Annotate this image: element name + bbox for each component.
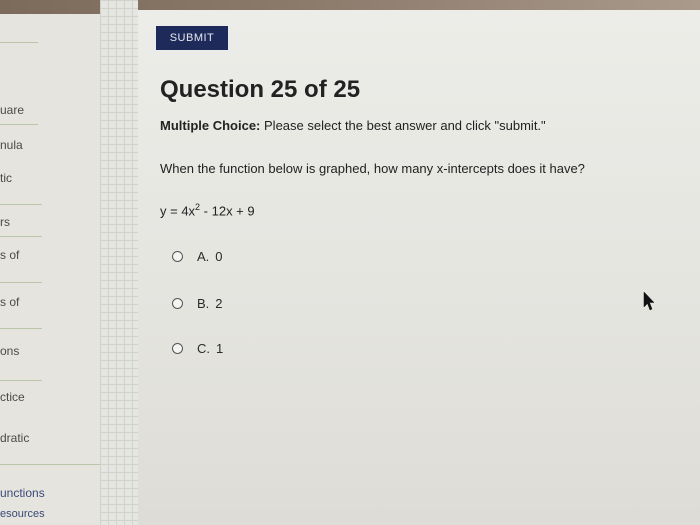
- equation: y = 4x2 - 12x + 9: [160, 202, 255, 218]
- choice-value: 1: [216, 340, 224, 356]
- question-panel: SUBMIT Question 25 of 25 Multiple Choice…: [138, 10, 700, 525]
- sidebar-divider: [0, 328, 42, 329]
- choice-c[interactable]: C. 1: [172, 338, 223, 358]
- equation-rest: - 12x + 9: [200, 203, 255, 219]
- sidebar-item-factors[interactable]: rs: [0, 215, 10, 229]
- sidebar-item-sums-of-2[interactable]: s of: [0, 295, 19, 309]
- sidebar-divider: [0, 124, 38, 125]
- mouse-cursor-icon: [643, 291, 655, 311]
- choice-value: 2: [215, 295, 223, 311]
- radio-button-icon[interactable]: [172, 342, 183, 354]
- choice-a[interactable]: A. 0: [172, 246, 223, 266]
- sidebar: uare nula tic rs s of s of ons ctice dra…: [0, 14, 100, 525]
- sidebar-item-functions[interactable]: unctions: [0, 486, 45, 500]
- sidebar-divider: [0, 42, 38, 43]
- choice-letter: C.: [197, 340, 210, 356]
- choice-b[interactable]: B. 2: [172, 293, 223, 313]
- sidebar-divider: [0, 204, 42, 205]
- sidebar-item-resources[interactable]: esources: [0, 508, 45, 520]
- sidebar-item-quadratic-2[interactable]: dratic: [0, 431, 29, 445]
- radio-button-icon[interactable]: [172, 250, 183, 262]
- sidebar-item-sums-of[interactable]: s of: [0, 248, 19, 262]
- choice-letter: A.: [197, 248, 210, 264]
- sidebar-item-formula[interactable]: nula: [0, 138, 23, 152]
- sidebar-item-practice[interactable]: ctice: [0, 390, 25, 404]
- sidebar-divider: [0, 464, 100, 465]
- sidebar-item-equations[interactable]: ons: [0, 344, 19, 358]
- sidebar-item-square[interactable]: uare: [0, 103, 24, 117]
- submit-button[interactable]: SUBMIT: [156, 26, 228, 50]
- instructions-label: Multiple Choice:: [160, 118, 261, 133]
- page-title: Question 25 of 25: [160, 76, 361, 103]
- sidebar-divider: [0, 282, 42, 283]
- equation-lhs: y = 4x: [160, 203, 196, 219]
- instructions-text: Please select the best answer and click …: [264, 118, 546, 133]
- sidebar-divider: [0, 380, 42, 381]
- question-text: When the function below is graphed, how …: [160, 161, 585, 176]
- grid-strip: [100, 0, 138, 525]
- radio-button-icon[interactable]: [172, 297, 183, 309]
- sidebar-divider: [0, 236, 42, 237]
- sidebar-item-quadratic[interactable]: tic: [0, 171, 12, 185]
- instructions: Multiple Choice: Please select the best …: [160, 118, 546, 133]
- choice-value: 0: [215, 248, 223, 264]
- choice-letter: B.: [197, 295, 210, 311]
